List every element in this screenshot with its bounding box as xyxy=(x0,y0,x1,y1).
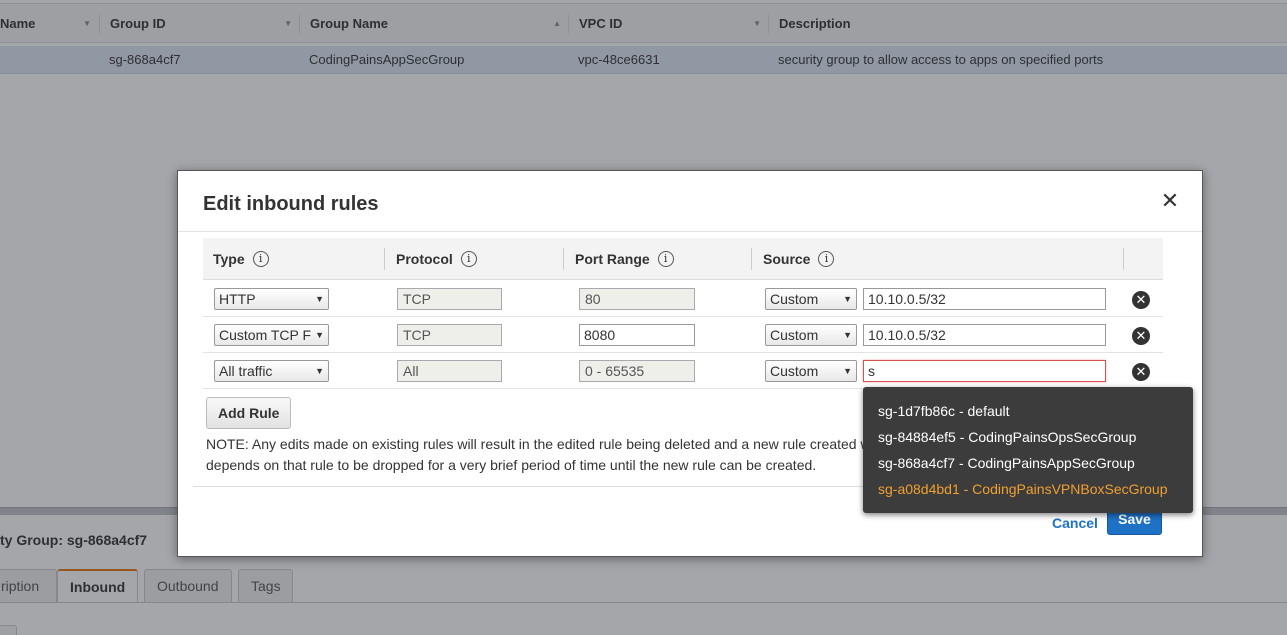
chevron-down-icon: ▼ xyxy=(843,366,852,376)
remove-rule-icon[interactable]: ✕ xyxy=(1132,291,1150,309)
autocomplete-option[interactable]: sg-868a4cf7 - CodingPainsAppSecGroup xyxy=(863,450,1193,476)
remove-rule-icon[interactable]: ✕ xyxy=(1132,363,1150,381)
source-type-select[interactable]: Custom ▼ xyxy=(765,324,857,346)
protocol-field: All xyxy=(397,360,502,382)
rule-row: Custom TCP F ▼ TCP 8080 Custom ▼ 10.10.0.5… xyxy=(203,317,1163,353)
header-protocol: Protocol i xyxy=(396,238,477,280)
info-icon[interactable]: i xyxy=(657,251,674,268)
add-rule-button[interactable]: Add Rule xyxy=(206,397,292,429)
source-type-select[interactable]: Custom ▼ xyxy=(765,288,857,310)
rules-header: Type i Protocol i Port Range i Source i xyxy=(203,238,1163,280)
rule-row: HTTP ▼ TCP 80 Custom ▼ 10.10.0.5/32 ✕ xyxy=(203,281,1163,317)
info-icon[interactable]: i xyxy=(818,251,835,268)
rule-row: All traffic ▼ All 0 - 65535 Custom ▼ s ✕ xyxy=(203,353,1163,389)
chevron-down-icon: ▼ xyxy=(843,330,852,340)
autocomplete-option[interactable]: sg-84884ef5 - CodingPainsOpsSecGroup xyxy=(863,424,1193,450)
source-type-select[interactable]: Custom ▼ xyxy=(765,360,857,382)
chevron-down-icon: ▼ xyxy=(843,294,852,304)
edit-note: NOTE: Any edits made on existing rules w… xyxy=(206,436,871,473)
type-select[interactable]: HTTP ▼ xyxy=(214,288,329,310)
autocomplete-option[interactable]: sg-1d7fb86c - default xyxy=(863,398,1193,424)
source-autocomplete-list: sg-1d7fb86c - default sg-84884ef5 - Codi… xyxy=(863,387,1193,513)
cancel-button[interactable]: Cancel xyxy=(1052,515,1098,531)
chevron-down-icon: ▼ xyxy=(315,330,324,340)
close-icon[interactable]: ✕ xyxy=(1160,190,1180,212)
source-input[interactable]: 10.10.0.5/32 xyxy=(863,324,1106,346)
info-icon[interactable]: i xyxy=(252,251,269,268)
source-input[interactable]: s xyxy=(863,360,1106,382)
modal-header: Edit inbound rules ✕ xyxy=(178,171,1202,232)
type-select[interactable]: Custom TCP F ▼ xyxy=(214,324,329,346)
header-port-range: Port Range i xyxy=(575,238,674,280)
protocol-field: TCP xyxy=(397,288,502,310)
type-select[interactable]: All traffic ▼ xyxy=(214,360,329,382)
protocol-field: TCP xyxy=(397,324,502,346)
modal-title: Edit inbound rules xyxy=(203,193,379,215)
port-range-field: 80 xyxy=(579,288,695,310)
header-type: Type i xyxy=(213,238,269,280)
port-range-field: 0 - 65535 xyxy=(579,360,695,382)
remove-rule-icon[interactable]: ✕ xyxy=(1132,327,1150,345)
chevron-down-icon: ▼ xyxy=(315,294,324,304)
info-icon[interactable]: i xyxy=(460,251,477,268)
port-range-input[interactable]: 8080 xyxy=(579,324,695,346)
header-source: Source i xyxy=(763,238,835,280)
chevron-down-icon: ▼ xyxy=(315,366,324,376)
source-input[interactable]: 10.10.0.5/32 xyxy=(863,288,1106,310)
autocomplete-option-highlighted[interactable]: sg-a08d4bd1 - CodingPainsVPNBoxSecGroup xyxy=(863,476,1193,502)
